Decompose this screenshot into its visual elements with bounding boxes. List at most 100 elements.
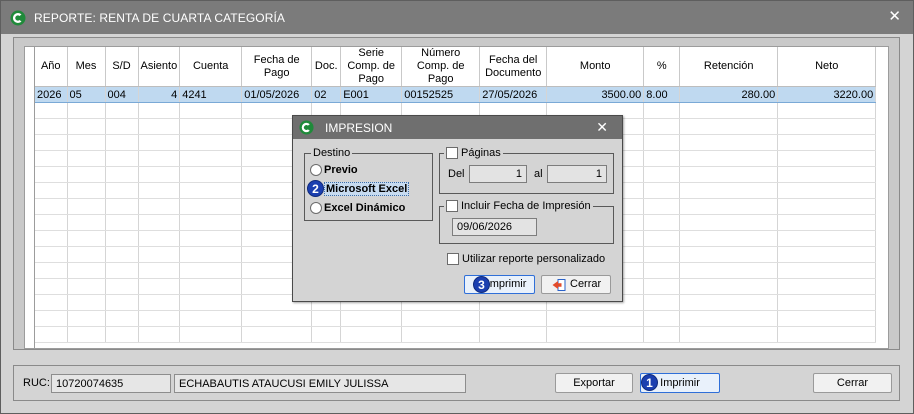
- table-cell[interactable]: [679, 230, 779, 247]
- del-field[interactable]: 1: [469, 165, 527, 183]
- date-checkbox[interactable]: [446, 200, 458, 213]
- table-cell[interactable]: [179, 294, 243, 311]
- column-header[interactable]: Fecha de Pago: [241, 47, 313, 87]
- table-cell[interactable]: E001: [340, 86, 403, 103]
- option-excel[interactable]: Microsoft Excel: [310, 182, 410, 197]
- table-cell[interactable]: [401, 326, 481, 343]
- table-cell[interactable]: [777, 134, 877, 151]
- table-cell[interactable]: [679, 310, 779, 327]
- column-header[interactable]: Retención: [679, 47, 779, 87]
- table-cell[interactable]: [643, 118, 681, 135]
- table-cell[interactable]: [35, 326, 68, 343]
- table-cell[interactable]: [67, 118, 106, 135]
- table-cell[interactable]: [643, 214, 681, 231]
- export-button[interactable]: Exportar: [555, 373, 633, 393]
- table-cell[interactable]: [777, 262, 877, 279]
- table-cell[interactable]: [35, 182, 68, 199]
- table-cell[interactable]: [179, 326, 243, 343]
- close-button[interactable]: Cerrar: [813, 373, 892, 393]
- table-cell[interactable]: [35, 166, 68, 183]
- table-cell[interactable]: [67, 262, 106, 279]
- table-cell[interactable]: [679, 150, 779, 167]
- table-cell[interactable]: [35, 214, 68, 231]
- table-cell[interactable]: [679, 198, 779, 215]
- table-cell[interactable]: [105, 214, 139, 231]
- column-header[interactable]: Mes: [67, 47, 106, 87]
- table-cell[interactable]: 05: [67, 86, 106, 103]
- table-cell[interactable]: [67, 102, 106, 119]
- table-cell[interactable]: [777, 310, 877, 327]
- table-cell[interactable]: 8.00: [643, 86, 681, 103]
- table-cell[interactable]: 3500.00: [546, 86, 645, 103]
- table-cell[interactable]: [105, 166, 139, 183]
- table-cell[interactable]: [67, 310, 106, 327]
- date-field[interactable]: 09/06/2026: [452, 218, 537, 236]
- table-cell[interactable]: [67, 182, 106, 199]
- window-close-icon[interactable]: ✕: [888, 9, 901, 25]
- table-cell[interactable]: [643, 198, 681, 215]
- table-cell[interactable]: [67, 278, 106, 295]
- table-cell[interactable]: 00152525: [401, 86, 481, 103]
- table-cell[interactable]: [105, 294, 139, 311]
- table-cell[interactable]: [35, 134, 68, 151]
- table-cell[interactable]: [35, 230, 68, 247]
- column-header[interactable]: Monto: [546, 47, 645, 87]
- column-header[interactable]: Asiento: [138, 47, 181, 87]
- column-header[interactable]: Neto: [777, 47, 877, 87]
- dialog-close-button[interactable]: Cerrar: [541, 275, 611, 294]
- radio-previo-icon[interactable]: [310, 164, 322, 177]
- table-cell[interactable]: [643, 294, 681, 311]
- table-cell[interactable]: [643, 230, 681, 247]
- table-cell[interactable]: [35, 198, 68, 215]
- table-cell[interactable]: [138, 102, 181, 119]
- table-cell[interactable]: [67, 134, 106, 151]
- table-cell[interactable]: 4: [138, 86, 181, 103]
- table-row[interactable]: [35, 310, 877, 327]
- custom-report-option[interactable]: Utilizar reporte personalizado: [447, 252, 605, 266]
- table-cell[interactable]: 3220.00: [777, 86, 877, 103]
- table-cell[interactable]: [138, 278, 181, 295]
- table-cell[interactable]: [35, 118, 68, 135]
- table-cell[interactable]: [35, 310, 68, 327]
- table-cell[interactable]: [105, 326, 139, 343]
- table-cell[interactable]: [138, 198, 181, 215]
- table-cell[interactable]: [179, 230, 243, 247]
- table-cell[interactable]: 01/05/2026: [241, 86, 313, 103]
- table-cell[interactable]: [35, 150, 68, 167]
- table-cell[interactable]: [35, 102, 68, 119]
- table-cell[interactable]: [679, 326, 779, 343]
- table-cell[interactable]: [777, 214, 877, 231]
- table-cell[interactable]: [179, 310, 243, 327]
- table-cell[interactable]: [401, 310, 481, 327]
- table-cell[interactable]: [138, 310, 181, 327]
- table-cell[interactable]: [643, 182, 681, 199]
- table-cell[interactable]: [105, 262, 139, 279]
- option-excel-dinamico[interactable]: Excel Dinámico: [310, 201, 405, 215]
- window-titlebar[interactable]: REPORTE: RENTA DE CUARTA CATEGORÍA ✕: [1, 1, 913, 34]
- table-cell[interactable]: [35, 246, 68, 263]
- table-cell[interactable]: [777, 278, 877, 295]
- table-cell[interactable]: [777, 326, 877, 343]
- table-cell[interactable]: [241, 310, 313, 327]
- table-cell[interactable]: [777, 118, 877, 135]
- column-header[interactable]: Doc.: [311, 47, 342, 87]
- table-cell[interactable]: [138, 134, 181, 151]
- pages-legend[interactable]: Páginas: [444, 146, 503, 160]
- table-cell[interactable]: [138, 166, 181, 183]
- column-header[interactable]: Cuenta: [179, 47, 243, 87]
- table-cell[interactable]: [105, 182, 139, 199]
- table-cell[interactable]: 280.00: [679, 86, 779, 103]
- table-cell[interactable]: [179, 198, 243, 215]
- table-cell[interactable]: [679, 278, 779, 295]
- table-cell[interactable]: [643, 102, 681, 119]
- table-cell[interactable]: [138, 214, 181, 231]
- table-cell[interactable]: [67, 214, 106, 231]
- table-cell[interactable]: [643, 326, 681, 343]
- table-cell[interactable]: [241, 326, 313, 343]
- table-cell[interactable]: [340, 326, 403, 343]
- table-cell[interactable]: [679, 118, 779, 135]
- table-cell[interactable]: [67, 246, 106, 263]
- table-cell[interactable]: [643, 134, 681, 151]
- pages-checkbox[interactable]: [446, 147, 458, 160]
- table-cell[interactable]: [179, 182, 243, 199]
